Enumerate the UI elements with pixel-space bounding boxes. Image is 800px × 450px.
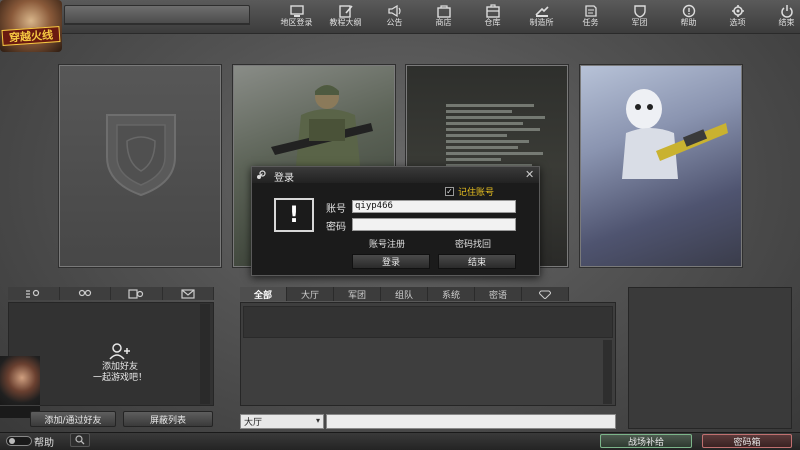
login-button[interactable]: 登录 (352, 254, 430, 269)
logo-text: 穿越火线 (1, 25, 61, 47)
mail-icon (181, 288, 195, 299)
main-nav: 地区登录 教程大纲 公告 商店 仓库 制造所 任务 军团 帮助 选项 结束 (272, 2, 800, 32)
list-icon (26, 289, 40, 298)
tab-clan-members[interactable] (111, 287, 163, 300)
clan-members-icon (128, 288, 144, 299)
nav-settings[interactable]: 选项 (713, 2, 762, 32)
nav-label: 仓库 (484, 18, 501, 27)
tab-chat-system[interactable]: 系统 (428, 287, 475, 301)
nav-label: 任务 (582, 18, 599, 27)
nav-mission[interactable]: 任务 (566, 2, 615, 32)
settings-icon (729, 4, 747, 18)
dialog-titlebar (252, 167, 539, 183)
shield-emblem-icon (106, 114, 176, 197)
nav-label: 选项 (729, 18, 746, 27)
chat-input[interactable] (326, 414, 616, 429)
password-box-button[interactable]: 密码箱 (702, 434, 792, 448)
recover-password-link[interactable]: 密码找回 (455, 237, 491, 250)
add-through-friend-button[interactable]: 添加/通过好友 (30, 411, 116, 427)
announcement-icon (386, 4, 404, 18)
tab-chat-whisper[interactable]: 密语 (475, 287, 522, 301)
game-logo: 穿越火线 (0, 0, 62, 52)
password-label: 密码 (326, 222, 346, 233)
remember-account-checkbox[interactable]: ✓ 记住账号 (445, 185, 494, 198)
terminal-screen-image (446, 101, 556, 176)
nav-clan[interactable]: 军团 (615, 2, 664, 32)
workshop-icon (533, 4, 551, 18)
nav-label: 公告 (386, 18, 403, 27)
remember-account-label: 记住账号 (458, 188, 495, 198)
nav-shop[interactable]: 商店 (419, 2, 468, 32)
chevron-down-icon: ▾ (315, 416, 320, 425)
mode-card-locked[interactable] (58, 64, 222, 268)
soldier-image (271, 85, 373, 175)
password-input[interactable] (352, 218, 516, 231)
nav-label: 军团 (631, 18, 648, 27)
nav-exit[interactable]: 结束 (762, 2, 800, 32)
nav-label: 帮助 (680, 18, 697, 27)
tab-chat-diamond[interactable] (522, 287, 569, 301)
chat-channel-value: 大厅 (244, 418, 263, 428)
robot-image (622, 89, 728, 179)
help-info-icon (680, 4, 698, 18)
chat-message-area (243, 306, 613, 338)
nav-tutorial[interactable]: 教程大纲 (321, 2, 370, 32)
nav-workshop[interactable]: 制造所 (517, 2, 566, 32)
warning-icon: ! (274, 198, 314, 232)
tab-chat-all[interactable]: 全部 (240, 287, 287, 301)
register-account-link[interactable]: 账号注册 (369, 237, 405, 250)
account-input[interactable]: qiyp466 (352, 200, 516, 213)
nav-label: 商店 (435, 18, 452, 27)
chat-scrollbar[interactable] (603, 340, 612, 404)
player-nameplate (64, 5, 250, 25)
add-friend-icon (109, 343, 130, 360)
clan-icon (631, 4, 649, 18)
tab-mail[interactable] (162, 287, 214, 300)
checkbox-check-icon: ✓ (445, 187, 454, 196)
nav-announcement[interactable]: 公告 (370, 2, 419, 32)
mode-card-robot[interactable] (579, 64, 743, 268)
diamond-icon (539, 290, 551, 299)
add-friend-prompt[interactable]: 添加好友 一起游戏吧！ (80, 342, 160, 384)
tab-group[interactable] (59, 287, 111, 300)
toggle-icon[interactable] (6, 436, 32, 446)
help-label[interactable]: 帮助 (34, 434, 54, 449)
chat-tabs: 全部 大厅 军团 组队 系统 密语 (240, 287, 616, 301)
steam-icon (257, 170, 266, 179)
right-panel (628, 287, 792, 429)
close-icon[interactable]: ✕ (525, 168, 534, 181)
tab-friend-list[interactable] (8, 287, 60, 300)
nav-label: 地区登录 (280, 18, 313, 27)
warehouse-icon (484, 4, 502, 18)
nameplate-divider (64, 23, 250, 25)
friends-scrollbar[interactable] (200, 304, 210, 404)
tutorial-icon (337, 4, 355, 18)
power-icon (778, 4, 796, 18)
friends-tabs (8, 287, 214, 301)
region-login-icon (288, 4, 306, 18)
nav-label: 教程大纲 (329, 18, 362, 27)
exit-button[interactable]: 结束 (438, 254, 516, 269)
nav-label: 结束 (778, 18, 795, 27)
nav-label: 制造所 (529, 18, 554, 27)
battlefield-supply-button[interactable]: 战场补给 (600, 434, 692, 448)
nav-warehouse[interactable]: 仓库 (468, 2, 517, 32)
add-friend-text: 添加好友 一起游戏吧！ (92, 362, 147, 383)
shop-icon (435, 4, 453, 18)
tab-chat-clan[interactable]: 军团 (334, 287, 381, 301)
magnifier-icon[interactable] (70, 433, 90, 447)
tab-chat-team[interactable]: 组队 (381, 287, 428, 301)
nav-help[interactable]: 帮助 (664, 2, 713, 32)
login-dialog: 登录 ✕ ✓ 记住账号 ! 账号 qiyp466 密码 账号注册 密码找回 登录… (251, 166, 540, 276)
nav-region-login[interactable]: 地区登录 (272, 2, 321, 32)
chat-channel-select[interactable]: 大厅 ▾ (240, 414, 324, 429)
dialog-title: 登录 (274, 173, 294, 184)
group-icon (78, 289, 91, 296)
mission-icon (582, 4, 600, 18)
tab-chat-lobby[interactable]: 大厅 (287, 287, 334, 301)
account-label: 账号 (326, 204, 346, 215)
block-list-button[interactable]: 屏蔽列表 (123, 411, 213, 427)
